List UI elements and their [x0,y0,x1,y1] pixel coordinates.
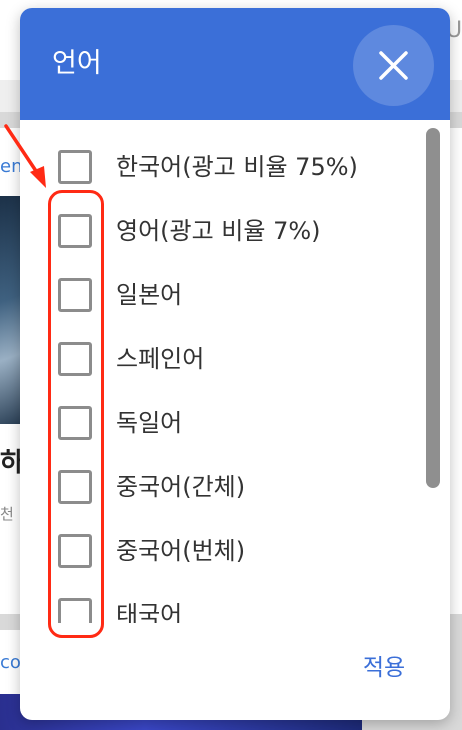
background-thumbnail [0,196,22,424]
option-label: 일본어 [116,281,183,309]
option-label: 태국어 [116,601,183,623]
option-label: 독일어 [116,409,183,437]
option-label: 한국어(광고 비율 75%) [116,153,358,181]
scrollbar-thumb[interactable] [426,128,440,488]
option-label: 스페인어 [116,345,205,373]
dialog-title: 언어 [52,48,102,79]
annotation-arrow-icon [4,124,46,188]
background-meta: 천 [0,505,14,523]
close-icon [379,51,408,80]
checkbox[interactable] [58,150,92,184]
apply-button[interactable]: 적용 [338,646,430,690]
close-button[interactable] [353,25,434,106]
option-korean[interactable]: 한국어(광고 비율 75%) [20,138,420,198]
option-label: 중국어(간체) [116,473,246,501]
background-link-2: co [0,652,21,673]
annotation-highlight-box [48,190,104,638]
option-label: 영어(광고 비율 7%) [116,217,321,245]
option-label: 중국어(번체) [116,537,246,565]
dialog-header: 언어 [20,8,450,120]
background-card-right [450,128,462,614]
